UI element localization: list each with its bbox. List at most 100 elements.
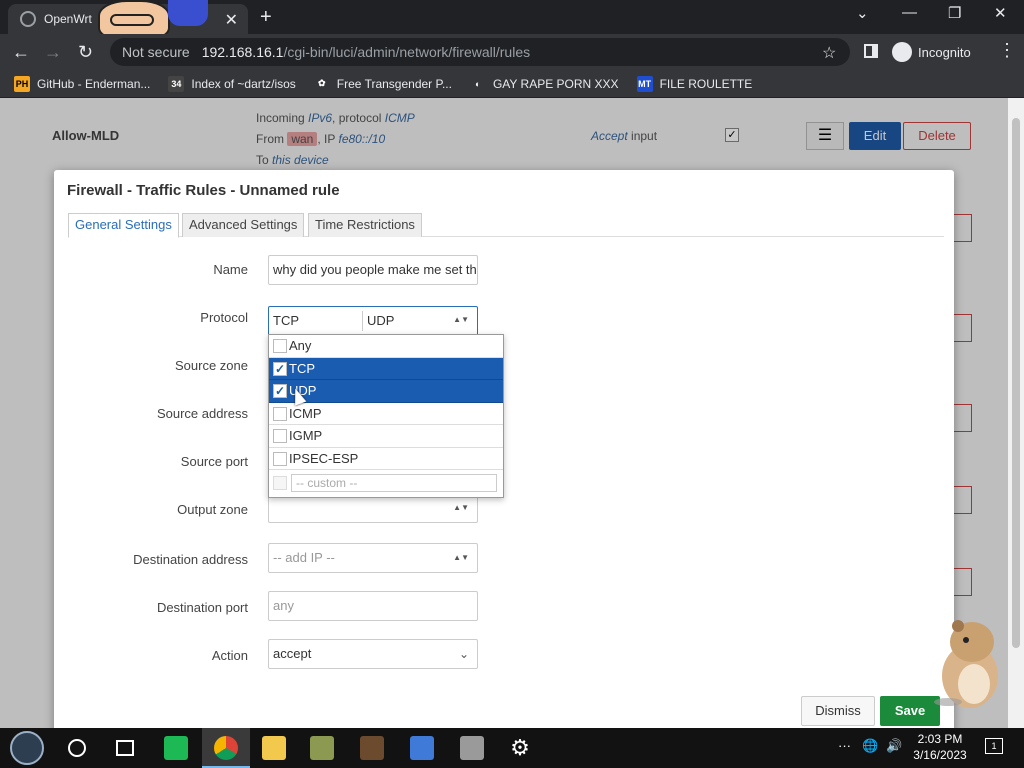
- media-app-icon[interactable]: [360, 736, 384, 760]
- dropdown-arrow-icon: ▲▼: [453, 553, 469, 562]
- side-panel-icon[interactable]: [864, 44, 878, 58]
- protocol-option[interactable]: IPSEC-ESP: [269, 448, 503, 470]
- chevron-down-icon: ⌄: [458, 647, 469, 661]
- custom-protocol-row: -- custom --: [269, 470, 503, 494]
- browser-menu-icon[interactable]: ⋮: [998, 40, 1016, 61]
- protocol-option-label: Any: [289, 338, 312, 354]
- incognito-badge[interactable]: Incognito: [892, 40, 971, 64]
- scrollbar-thumb[interactable]: [1012, 118, 1020, 648]
- protocol-option-label: IGMP: [289, 428, 323, 444]
- chrome-icon[interactable]: [214, 736, 238, 760]
- back-arrow-icon[interactable]: ←: [12, 42, 30, 63]
- task-view-icon[interactable]: [116, 740, 134, 756]
- protocol-option[interactable]: ✓ TCP: [269, 357, 503, 380]
- output-zone-label: Output zone: [177, 502, 248, 517]
- tab-title: OpenWrt: [44, 12, 92, 26]
- bookmark-item[interactable]: MT FILE ROULETTE: [636, 75, 752, 92]
- forward-arrow-icon[interactable]: →: [44, 42, 62, 63]
- bookmark-favicon-icon: 34: [168, 75, 185, 92]
- bookmark-favicon-icon: MT: [636, 75, 653, 92]
- bookmark-label: Free Transgender P...: [336, 76, 452, 91]
- bookmark-item[interactable]: 34 Index of ~dartz/isos: [168, 75, 296, 92]
- source-address-label: Source address: [156, 406, 248, 421]
- dismiss-button[interactable]: Dismiss: [801, 696, 875, 726]
- protocol-option-label: TCP: [289, 360, 315, 376]
- tab-search-chevron-icon[interactable]: ⌄: [856, 4, 869, 22]
- bookmark-item[interactable]: PH GitHub - Enderman...: [14, 75, 151, 92]
- action-select[interactable]: accept ⌄: [268, 639, 478, 669]
- close-window-button[interactable]: ✕: [994, 4, 1007, 22]
- bookmark-label: Index of ~dartz/isos: [191, 76, 296, 91]
- game-app-icon[interactable]: [310, 736, 334, 760]
- network-app-icon[interactable]: [410, 736, 434, 760]
- tray-overflow-icon[interactable]: ···: [838, 738, 851, 753]
- protocol-option-label: ICMP: [289, 405, 322, 421]
- option-checkbox: [273, 476, 287, 490]
- modal-title: Firewall - Traffic Rules - Unnamed rule: [67, 182, 340, 199]
- action-value: accept: [273, 646, 312, 661]
- browser-toolbar: ← → ↻ Not secure 192.168.16.1/cgi-bin/lu…: [0, 34, 1024, 70]
- protocol-option-label: IPSEC-ESP: [289, 450, 359, 466]
- search-circle-icon[interactable]: [68, 739, 86, 757]
- protocol-option[interactable]: Any: [269, 335, 503, 358]
- url-path: /cgi-bin/luci/admin/network/firewall/rul…: [283, 44, 531, 60]
- bookmark-star-icon[interactable]: ☆: [822, 43, 836, 63]
- bookmark-label: GAY RAPE PORN XXX: [492, 76, 619, 91]
- volume-icon[interactable]: 🔊: [886, 738, 902, 754]
- protocol-option[interactable]: IGMP: [269, 425, 503, 448]
- protocol-chip: TCP: [273, 313, 299, 328]
- tab-close-icon[interactable]: ✕: [225, 10, 238, 30]
- destination-address-select[interactable]: -- add IP -- ▲▼: [268, 543, 478, 573]
- option-checkbox[interactable]: [273, 451, 287, 466]
- bookmark-favicon-icon: ✿: [313, 75, 330, 92]
- option-checkbox[interactable]: ✓: [273, 384, 287, 398]
- page-content: Allow-MLD Incoming IPv6, protocol ICMP F…: [0, 98, 1024, 728]
- bookmark-item[interactable]: ◐ GAY RAPE PORN XXX: [469, 75, 619, 92]
- address-bar[interactable]: Not secure 192.168.16.1/cgi-bin/luci/adm…: [110, 38, 850, 66]
- messaging-app-icon[interactable]: [164, 736, 188, 760]
- destination-port-label: Destination port: [156, 600, 248, 615]
- cartoon-hand-sticker: [168, 0, 208, 26]
- modal-tabs: General Settings Advanced Settings Time …: [68, 213, 944, 238]
- incognito-label: Incognito: [918, 44, 971, 60]
- page-scrollbar[interactable]: [1008, 98, 1024, 728]
- not-secure-label[interactable]: Not secure: [122, 44, 190, 60]
- minimize-button[interactable]: —: [902, 4, 917, 21]
- bookmark-label: GitHub - Enderman...: [37, 76, 151, 91]
- new-tab-button[interactable]: +: [260, 6, 272, 29]
- name-input[interactable]: why did you people make me set th: [268, 255, 478, 285]
- openwrt-favicon-icon: [20, 11, 36, 27]
- restore-button[interactable]: ❐: [948, 4, 961, 22]
- custom-protocol-input[interactable]: -- custom --: [291, 474, 497, 492]
- source-zone-label: Source zone: [175, 358, 248, 373]
- tab-time-restrictions[interactable]: Time Restrictions: [308, 213, 422, 237]
- source-port-label: Source port: [180, 454, 248, 469]
- protocol-option[interactable]: ICMP: [269, 403, 503, 425]
- start-button[interactable]: [10, 731, 44, 765]
- option-checkbox[interactable]: [273, 429, 287, 443]
- file-explorer-icon[interactable]: [262, 736, 286, 760]
- taskbar-clock[interactable]: 2:03 PM 3/16/2023: [910, 731, 970, 763]
- bookmark-item[interactable]: ✿ Free Transgender P...: [313, 75, 452, 92]
- destination-address-label: Destination address: [133, 552, 248, 567]
- reload-icon[interactable]: ↻: [78, 42, 93, 63]
- destination-address-placeholder: -- add IP --: [273, 550, 335, 565]
- option-checkbox[interactable]: ✓: [273, 361, 287, 376]
- bookmark-favicon-icon: ◐: [469, 75, 486, 92]
- option-checkbox[interactable]: [273, 406, 287, 421]
- url-host: 192.168.16.1: [201, 44, 284, 60]
- destination-port-input[interactable]: any: [268, 591, 478, 621]
- option-checkbox[interactable]: [273, 339, 287, 353]
- network-globe-icon[interactable]: 🌐: [862, 738, 878, 754]
- dropdown-arrow-icon: ▲▼: [453, 503, 469, 512]
- protocol-chip-separator: [362, 311, 363, 331]
- box-app-icon[interactable]: [460, 736, 484, 760]
- tab-advanced-settings[interactable]: Advanced Settings: [182, 213, 305, 237]
- protocol-select[interactable]: TCP UDP ▲▼: [268, 306, 478, 336]
- hamster-sticker: [934, 620, 998, 708]
- protocol-label: Protocol: [200, 310, 248, 325]
- edit-rule-modal: Firewall - Traffic Rules - Unnamed rule …: [54, 170, 954, 728]
- tab-general-settings[interactable]: General Settings: [68, 213, 179, 238]
- settings-gear-icon[interactable]: ⚙: [508, 736, 532, 760]
- notification-center-icon[interactable]: 1: [985, 738, 1003, 754]
